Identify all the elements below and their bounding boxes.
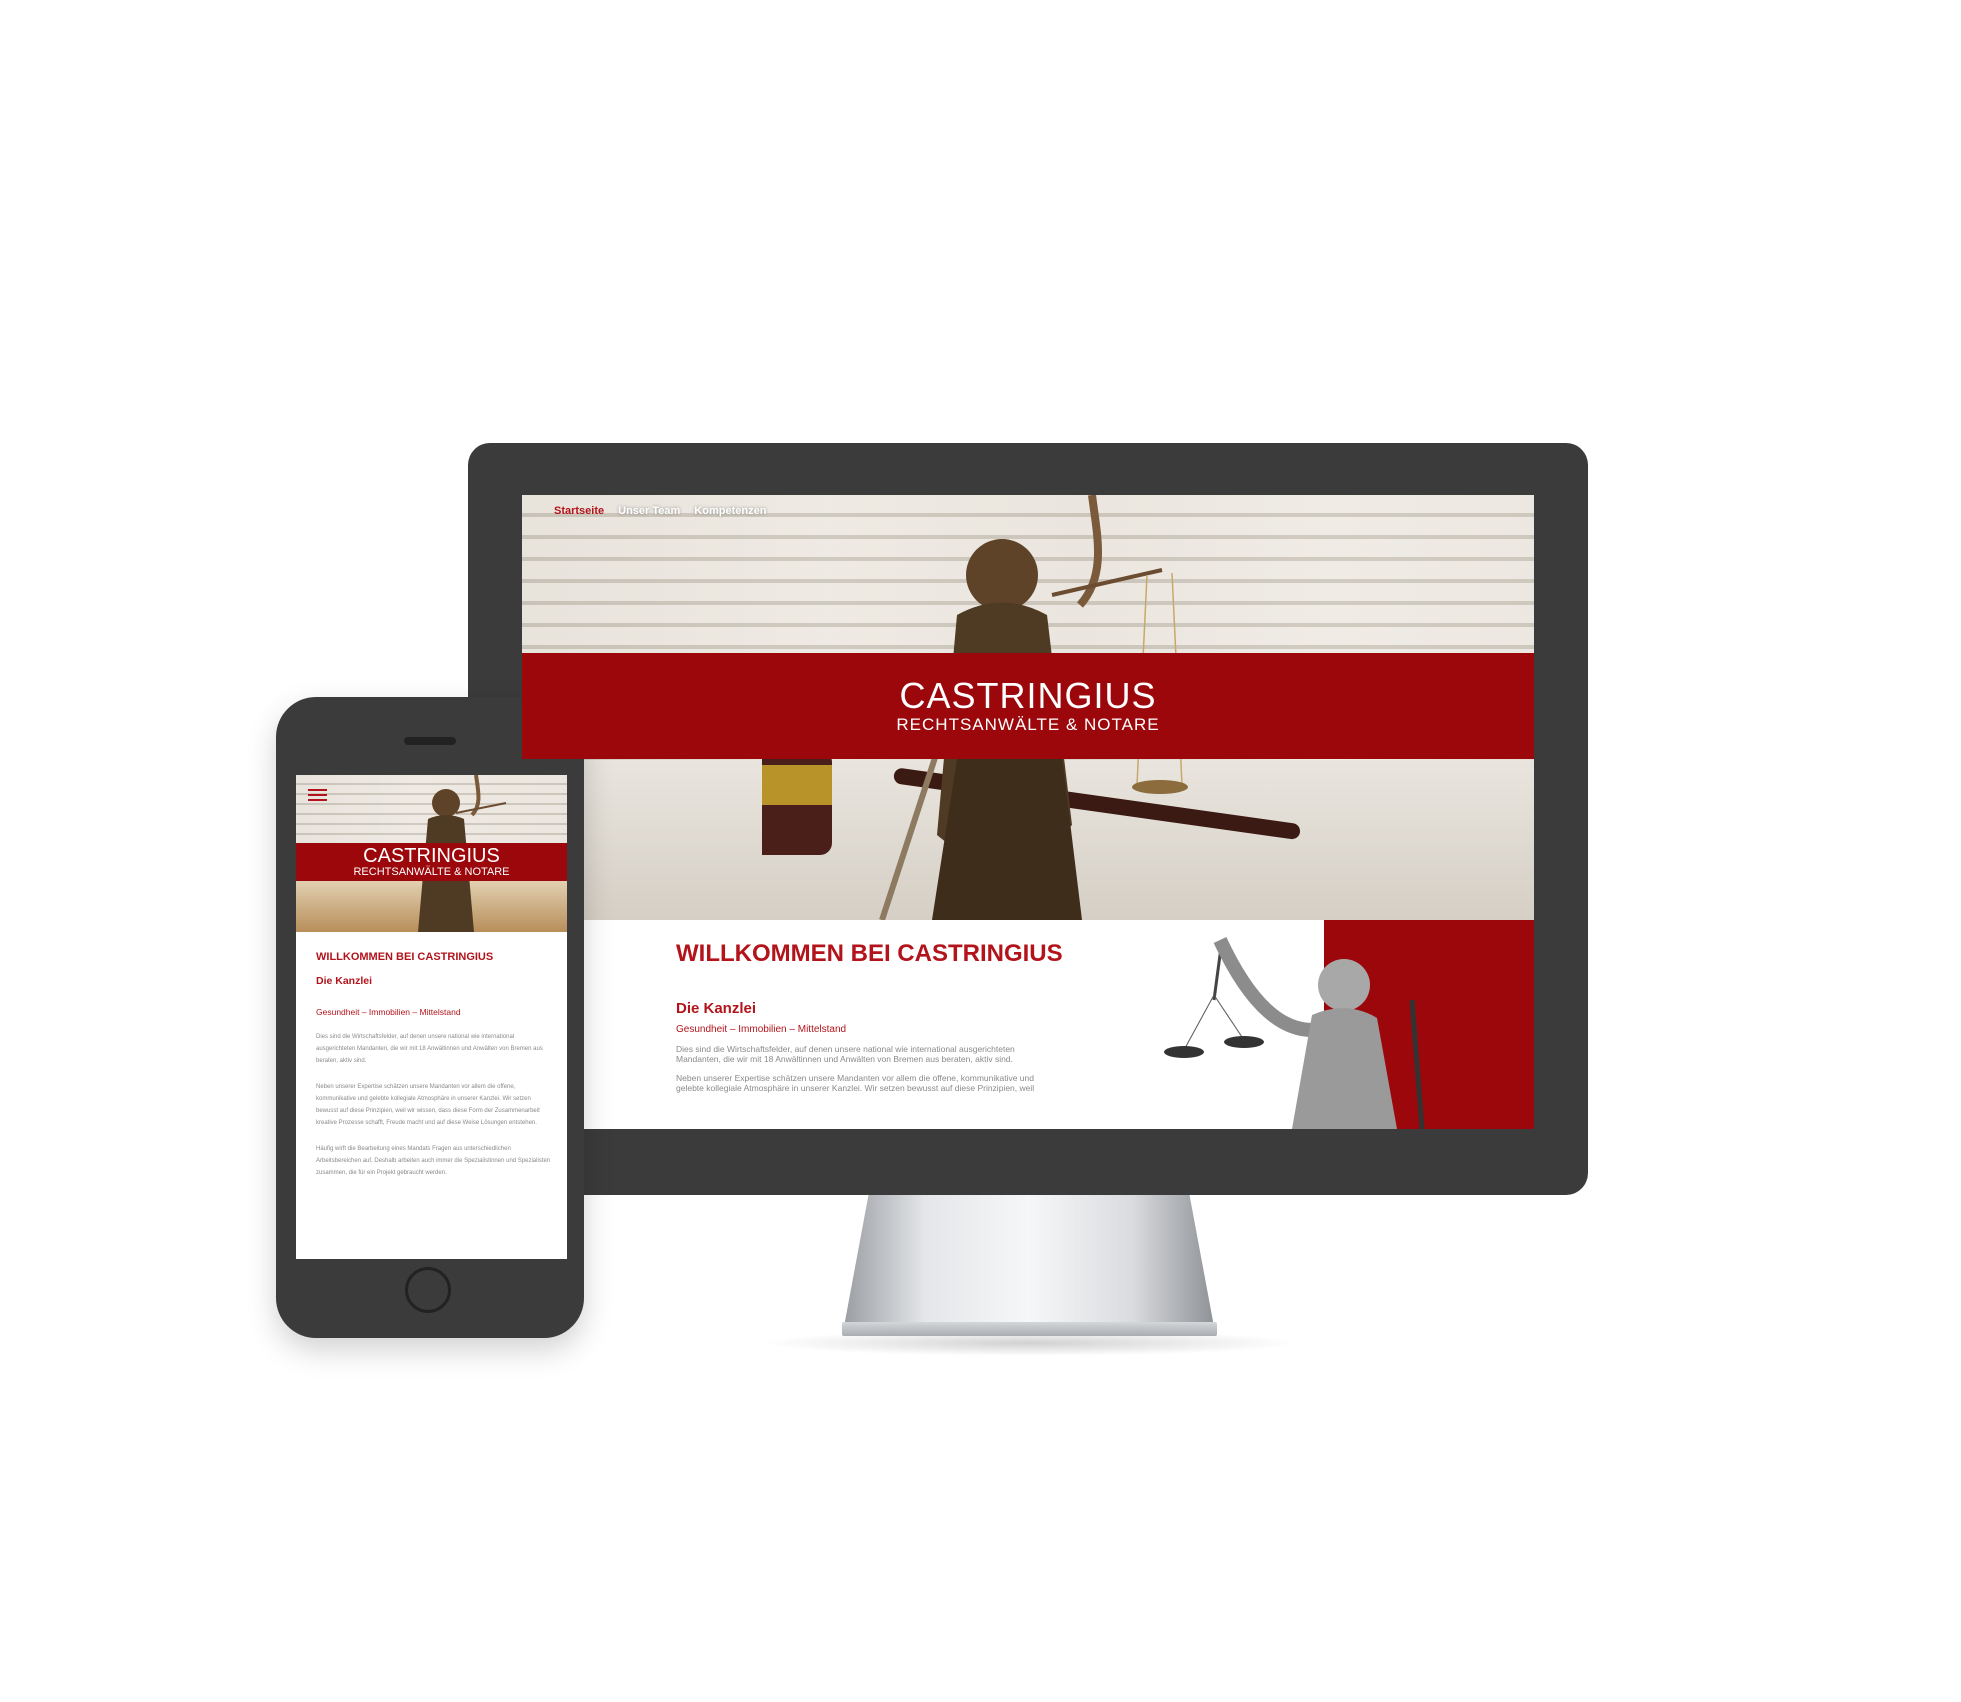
- section-title: Die Kanzlei: [676, 1000, 757, 1017]
- mobile-content: WILLKOMMEN BEI CASTRINGIUS Die Kanzlei G…: [316, 951, 551, 1179]
- section-subtitle: Gesundheit – Immobilien – Mittelstand: [316, 1007, 461, 1017]
- nav-startseite[interactable]: Startseite: [554, 505, 604, 517]
- desktop-website: Startseite Unser Team Kompetenzen CASTRI…: [522, 495, 1534, 1129]
- desktop-brand-banner: CASTRINGIUS RECHTSANWÄLTE & NOTARE: [522, 653, 1534, 759]
- justitia-white-statue-image: [1164, 937, 1425, 1129]
- section-subtitle: Gesundheit – Immobilien – Mittelstand: [676, 1024, 847, 1035]
- paragraph: Dies sind die Wirtschaftsfelder, auf den…: [676, 1044, 1015, 1064]
- desktop-content: WILLKOMMEN BEI CASTRINGIUS Die Kanzlei G…: [676, 935, 1096, 1093]
- desktop-main-nav: Startseite Unser Team Kompetenzen: [554, 505, 766, 517]
- monitor-base: [842, 1322, 1217, 1336]
- nav-unser-team[interactable]: Unser Team: [618, 505, 680, 517]
- paragraph: Neben unserer Expertise schätzen unsere …: [316, 1084, 540, 1126]
- mobile-brand-banner: CASTRINGIUS RECHTSANWÄLTE & NOTARE: [296, 843, 567, 881]
- paragraph: Häufig wirft die Bearbeitung eines Manda…: [316, 1146, 551, 1176]
- welcome-title: WILLKOMMEN BEI CASTRINGIUS: [316, 951, 494, 963]
- welcome-title: WILLKOMMEN BEI CASTRINGIUS: [676, 940, 1063, 967]
- brand-tagline: RECHTSANWÄLTE & NOTARE: [353, 866, 510, 878]
- phone-speaker: [404, 737, 456, 745]
- mobile-website: CASTRINGIUS RECHTSANWÄLTE & NOTARE WILLK…: [296, 775, 567, 1259]
- nav-kompetenzen[interactable]: Kompetenzen: [694, 505, 766, 517]
- paragraph: Neben unserer Expertise schätzen unsere …: [676, 1073, 1035, 1093]
- paragraph: Dies sind die Wirtschaftsfelder, auf den…: [316, 1034, 543, 1064]
- brand-name: CASTRINGIUS: [363, 845, 500, 867]
- hamburger-menu-icon[interactable]: [308, 789, 327, 804]
- section-title: Die Kanzlei: [316, 975, 373, 987]
- brand-name: CASTRINGIUS: [899, 675, 1157, 716]
- phone-home-button: [405, 1267, 451, 1313]
- monitor-stand: [843, 1192, 1215, 1332]
- brand-tagline: RECHTSANWÄLTE & NOTARE: [896, 715, 1160, 734]
